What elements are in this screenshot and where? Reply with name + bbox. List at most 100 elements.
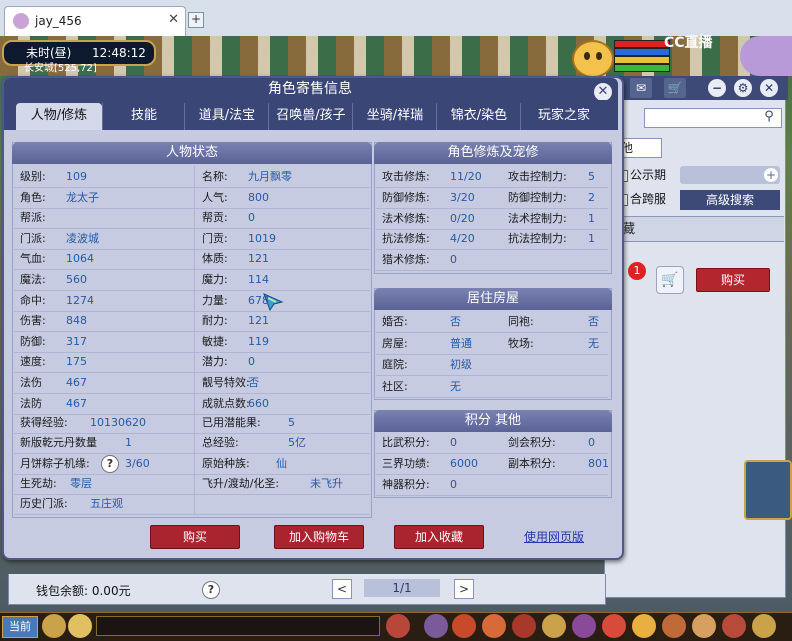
toolbar-item-icon[interactable] bbox=[662, 614, 686, 638]
cart-icon[interactable]: 🛒 bbox=[656, 266, 684, 294]
toolbar-item-icon[interactable] bbox=[722, 614, 746, 638]
dialog-close-icon[interactable]: ✕ bbox=[594, 83, 612, 101]
stat-value: 678 bbox=[248, 294, 269, 307]
tab-skills[interactable]: 技能 bbox=[102, 103, 185, 130]
eye-icon bbox=[596, 52, 602, 60]
trade-buy-button[interactable]: 购买 bbox=[696, 268, 770, 292]
close-icon[interactable]: ✕ bbox=[760, 79, 778, 97]
page-prev-button[interactable]: < bbox=[332, 579, 352, 599]
dialog-title: 角色寄售信息 bbox=[268, 81, 352, 97]
stat-label: 法伤 bbox=[20, 376, 42, 389]
web-version-link[interactable]: 使用网页版 bbox=[524, 528, 604, 546]
search-icon[interactable]: ⚲ bbox=[760, 108, 778, 126]
chat-channel-button[interactable]: 当前 bbox=[2, 616, 38, 638]
extra-label: 历史门派: bbox=[20, 497, 68, 510]
section-label: 庭院: bbox=[382, 358, 408, 371]
tab-outfits[interactable]: 锦衣/染色 bbox=[436, 103, 521, 130]
tab-character[interactable]: 人物/修炼 bbox=[16, 103, 102, 130]
anger-bar bbox=[614, 56, 670, 64]
row-divider bbox=[376, 187, 608, 188]
extra-label: 新版乾元丹数量 bbox=[20, 436, 97, 449]
section-value: 1 bbox=[588, 212, 595, 225]
stat-value: 1019 bbox=[248, 232, 276, 245]
toolbar-item-icon[interactable] bbox=[542, 614, 566, 638]
page-indicator: 1/1 bbox=[364, 579, 440, 597]
expand-plus-icon[interactable]: + bbox=[764, 168, 778, 182]
row-divider bbox=[376, 249, 608, 250]
tab-close-icon[interactable]: ✕ bbox=[168, 12, 179, 27]
extra-value: 5 bbox=[288, 416, 295, 429]
tab-player-home[interactable]: 玩家之家 bbox=[520, 103, 607, 130]
settings-gear-icon[interactable]: ⚙ bbox=[734, 79, 752, 97]
toolbar-item-icon[interactable] bbox=[386, 614, 410, 638]
tab-mounts[interactable]: 坐骑/祥瑞 bbox=[352, 103, 437, 130]
tab-pets[interactable]: 召唤兽/孩子 bbox=[268, 103, 353, 130]
section-value: 0 bbox=[450, 253, 457, 266]
advanced-search-button[interactable]: 高级搜索 bbox=[680, 190, 780, 210]
microphone-icon[interactable] bbox=[42, 614, 66, 638]
housing-header: 居住房屋 bbox=[374, 288, 612, 310]
row-divider bbox=[376, 495, 608, 496]
emote-icon[interactable] bbox=[68, 614, 92, 638]
toolbar-item-icon[interactable] bbox=[692, 614, 716, 638]
toolbar-item-icon[interactable] bbox=[424, 614, 448, 638]
row-divider bbox=[14, 228, 370, 229]
toolbar-item-icon[interactable] bbox=[512, 614, 536, 638]
add-to-cart-button[interactable]: 加入购物车 bbox=[274, 525, 364, 549]
extra-value: 10130620 bbox=[90, 416, 146, 429]
column-divider bbox=[194, 166, 195, 514]
add-to-favorites-button[interactable]: 加入收藏 bbox=[394, 525, 484, 549]
section-value: 1 bbox=[588, 232, 595, 245]
chat-input[interactable] bbox=[96, 616, 380, 636]
toolbar-item-icon[interactable] bbox=[752, 614, 776, 638]
row-divider bbox=[14, 453, 370, 454]
stat-value: 121 bbox=[248, 314, 269, 327]
toolbar-item-icon[interactable] bbox=[452, 614, 476, 638]
row-divider bbox=[14, 269, 370, 270]
stat-value: 1064 bbox=[66, 252, 94, 265]
stat-value: 317 bbox=[66, 335, 87, 348]
cart-icon[interactable]: 🛒 bbox=[664, 78, 686, 98]
section-value: 普通 bbox=[450, 337, 472, 350]
section-label: 防御修炼: bbox=[382, 191, 430, 204]
companion-avatar bbox=[740, 36, 792, 76]
help-icon[interactable]: ? bbox=[101, 455, 119, 473]
chat-strip bbox=[0, 598, 792, 612]
tab-avatar-icon bbox=[13, 13, 29, 29]
stat-value: 560 bbox=[66, 273, 87, 286]
chat-icon[interactable]: ✉ bbox=[630, 78, 652, 98]
buy-button[interactable]: 购买 bbox=[150, 525, 240, 549]
row-divider bbox=[376, 229, 608, 230]
stat-value: 467 bbox=[66, 376, 87, 389]
section-label: 同袍: bbox=[508, 315, 534, 328]
points-header: 积分 其他 bbox=[374, 410, 612, 432]
cart-count-badge: 1 bbox=[628, 262, 646, 280]
browser-tab[interactable]: jay_456 ✕ bbox=[4, 6, 186, 37]
row-divider bbox=[376, 354, 608, 355]
extra-value: 零层 bbox=[70, 477, 92, 490]
stat-label: 伤害: bbox=[20, 314, 46, 327]
section-label: 猎术修炼: bbox=[382, 253, 430, 266]
toolbar-item-icon[interactable] bbox=[632, 614, 656, 638]
tab-items[interactable]: 道具/法宝 bbox=[184, 103, 269, 130]
section-label: 社区: bbox=[382, 380, 408, 393]
section-label: 剑会积分: bbox=[508, 436, 556, 449]
new-tab-button[interactable]: + bbox=[188, 12, 204, 28]
section-value: 3/20 bbox=[450, 191, 475, 204]
quest-scroll-icon[interactable] bbox=[744, 460, 792, 520]
page-next-button[interactable]: > bbox=[454, 579, 474, 599]
stat-value: 龙太子 bbox=[66, 191, 99, 204]
toolbar-item-icon[interactable] bbox=[482, 614, 506, 638]
wallet-balance: 钱包余额: 0.00元 bbox=[36, 584, 131, 598]
clock-time: 12:48:12 bbox=[92, 46, 146, 60]
stat-value: 114 bbox=[248, 273, 269, 286]
extra-value: 未飞升 bbox=[310, 477, 343, 490]
minimize-icon[interactable]: − bbox=[708, 79, 726, 97]
row-divider bbox=[14, 352, 370, 353]
toolbar-item-icon[interactable] bbox=[572, 614, 596, 638]
stat-label: 敏捷: bbox=[202, 335, 228, 348]
toolbar-item-icon[interactable] bbox=[602, 614, 626, 638]
player-face-icon[interactable] bbox=[572, 40, 614, 78]
help-icon[interactable]: ? bbox=[202, 581, 220, 599]
section-label: 比武积分: bbox=[382, 436, 430, 449]
